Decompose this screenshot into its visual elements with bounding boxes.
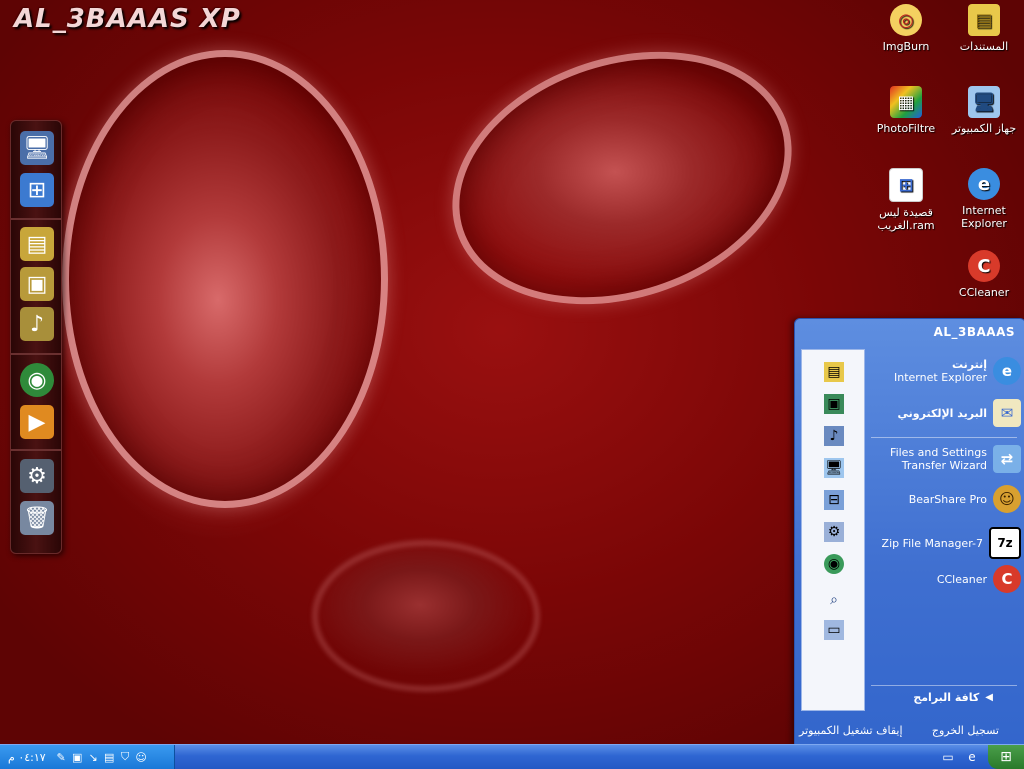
taskbar: ٠٤:١٧ م ✎ ▣ ↘ ▤ ⛉ ☺ ▭ e ⊞ [0, 744, 1024, 769]
wallpaper-cell-large [62, 50, 388, 508]
ccleaner-icon: C [993, 565, 1021, 593]
start-menu-item-transfer-wizard[interactable]: Files and Settings Transfer Wizard ⇄ [871, 445, 1021, 473]
start-menu-footer: إيقاف تشغيل الكمبيوتر تسجيل الخروج [795, 715, 1024, 745]
search-icon[interactable]: ⌕ [824, 590, 844, 610]
media-file-icon: ⊞ [889, 168, 923, 202]
start-menu-item-bearshare[interactable]: BearShare Pro ☺ [871, 485, 1021, 513]
logoff-button[interactable]: تسجيل الخروج [932, 724, 999, 737]
desktop-icon-imgburn[interactable]: ◎ ImgBurn [866, 4, 946, 53]
start-menu-item-email[interactable]: البريد الإلكتروني ✉ [871, 399, 1021, 427]
shutdown-button[interactable]: إيقاف تشغيل الكمبيوتر [799, 724, 903, 737]
internet-explorer-icon[interactable]: e [964, 749, 980, 765]
documents-icon[interactable]: ▤ [824, 362, 844, 382]
disc-burn-icon: ◎ [890, 4, 922, 36]
desktop-icon-internet-explorer[interactable]: e Internet Explorer [944, 168, 1024, 230]
menu-item-title: CCleaner [936, 572, 987, 586]
internet-explorer-icon: e [968, 168, 1000, 200]
start-menu-username: AL_3BAAAS [933, 325, 1015, 339]
start-menu-item-ccleaner[interactable]: CCleaner C [871, 565, 1021, 593]
start-menu-separator [871, 685, 1017, 686]
music-icon[interactable]: ♪ [824, 426, 844, 446]
desktop-brand-text: AL_3BAAAS XP [14, 4, 241, 34]
desktop-icon-label: جهاز الكمبيوتر [951, 122, 1017, 135]
dock-separator [11, 218, 61, 220]
my-computer-icon[interactable]: 🖥 [824, 458, 844, 478]
desktop-icon-ccleaner[interactable]: C CCleaner [944, 250, 1024, 299]
show-desktop-icon[interactable]: ▭ [940, 749, 956, 765]
recent-docs-icon[interactable]: ▣ [824, 394, 844, 414]
folder-music-icon[interactable]: ♪ [20, 307, 54, 341]
windows-logo-icon: ⊞ [1000, 749, 1012, 765]
globe-icon[interactable]: ◉ [20, 363, 54, 397]
menu-item-title: إنترنت [951, 358, 987, 371]
menu-item-subtitle: Internet Explorer [894, 371, 987, 384]
desktop-icon-my-computer[interactable]: 🖥 جهاز الكمبيوتر [944, 86, 1024, 135]
clock[interactable]: ٠٤:١٧ م [8, 751, 46, 764]
desktop-icon-photofiltre[interactable]: ▦ PhotoFiltre [866, 86, 946, 135]
recycle-bin-icon[interactable]: 🗑 [20, 501, 54, 535]
bearshare-icon: ☺ [993, 485, 1021, 513]
desktop-icon-label: Internet Explorer [961, 204, 1007, 230]
network-icon[interactable]: ⊟ [824, 490, 844, 510]
wallpaper-cell-blurred [312, 540, 540, 692]
tools-icon[interactable]: ✎ [55, 751, 68, 764]
menu-item-title: البريد الإلكتروني [897, 406, 987, 420]
start-button[interactable]: ⊞ [988, 745, 1024, 769]
start-menu: AL_3BAAAS ▤ ▣ ♪ 🖥 ⊟ ⚙ ◉ ⌕ ▭ إنترنت Intern… [794, 318, 1024, 746]
menu-item-title: BearShare Pro [908, 492, 987, 506]
arrow-left-icon: ◀ [985, 692, 993, 703]
quick-launch: ▭ e [940, 749, 980, 765]
desktop-icon-label: ImgBurn [882, 40, 930, 53]
folder-icon[interactable]: ▤ [20, 227, 54, 261]
media-player-icon[interactable]: ▶ [20, 405, 54, 439]
dock-separator [11, 353, 61, 355]
desktop-icon-label: CCleaner [958, 286, 1010, 299]
folder-documents-icon: ▤ [968, 4, 1000, 36]
windows-icon[interactable]: ⊞ [20, 173, 54, 207]
internet-explorer-icon: e [993, 357, 1021, 385]
shield-icon[interactable]: ⛉ [119, 750, 132, 764]
bearshare-tray-icon[interactable]: ☺ [135, 751, 148, 764]
gear-icon[interactable]: ⚙ [20, 459, 54, 493]
start-menu-item-internet[interactable]: إنترنت Internet Explorer e [871, 357, 1021, 385]
wallpaper-cell-right [419, 10, 825, 346]
menu-item-title: Zip File Manager-7 [881, 536, 983, 550]
run-icon[interactable]: ▭ [824, 620, 844, 640]
ccleaner-icon: C [968, 250, 1000, 282]
drive-icon[interactable]: ▤ [103, 751, 116, 764]
start-menu-places-panel: ▤ ▣ ♪ 🖥 ⊟ ⚙ ◉ ⌕ ▭ [801, 349, 865, 711]
start-menu-item-7zip[interactable]: Zip File Manager-7 7z [871, 527, 1021, 559]
desktop-icon-documents[interactable]: ▤ المستندات [944, 4, 1024, 53]
dock-bar: 🖥 ⊞ ▤ ▣ ♪ ◉ ▶ ⚙ 🗑 [10, 120, 62, 554]
all-programs-button[interactable]: كافة البرامج ◀ [873, 691, 993, 704]
7zip-icon: 7z [989, 527, 1021, 559]
connect-icon[interactable]: ◉ [824, 554, 844, 574]
control-panel-icon[interactable]: ⚙ [824, 522, 844, 542]
dock-separator [11, 449, 61, 451]
folder-pictures-icon[interactable]: ▣ [20, 267, 54, 301]
my-computer-icon[interactable]: 🖥 [20, 131, 54, 165]
photofiltre-icon: ▦ [890, 86, 922, 118]
system-tray: ٠٤:١٧ م ✎ ▣ ↘ ▤ ⛉ ☺ [0, 745, 175, 769]
desktop-icon-label: المستندات [959, 40, 1009, 53]
all-programs-label: كافة البرامج [913, 691, 980, 704]
desktop-icon-label: قصيدة ليس الغريب.ram [877, 206, 935, 232]
transfer-wizard-icon: ⇄ [993, 445, 1021, 473]
start-menu-separator [871, 437, 1017, 438]
email-icon: ✉ [993, 399, 1021, 427]
my-computer-icon: 🖥 [968, 86, 1000, 118]
desktop-icon-label: PhotoFiltre [876, 122, 936, 135]
desktop-icon-ram-file[interactable]: ⊞ قصيدة ليس الغريب.ram [866, 168, 946, 232]
network-icon[interactable]: ▣ [71, 751, 84, 764]
arrow-icon[interactable]: ↘ [87, 751, 100, 764]
menu-item-title: Files and Settings Transfer Wizard [890, 446, 987, 472]
